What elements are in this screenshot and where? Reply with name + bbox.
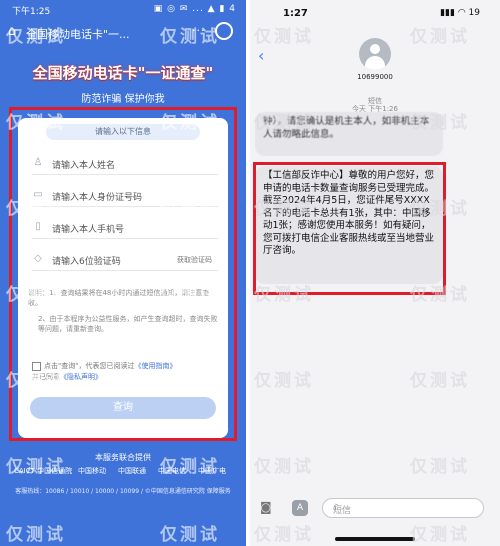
message-input[interactable]: 短信 ♪ — [322, 498, 484, 518]
compose-bar: ◙ A 短信 ♪ — [250, 494, 500, 524]
status-icons: ▣ ◎ ✉ ... ▲ ▮ 4 — [153, 4, 236, 14]
close-icon[interactable] — [215, 22, 233, 40]
sender-number[interactable]: 10699000 — [250, 73, 500, 81]
china-broadnet-logo: 中国广电 — [198, 467, 226, 475]
avatar[interactable] — [359, 38, 391, 70]
watermark: 仅测试 — [254, 457, 314, 477]
watermark: 仅测试 — [160, 525, 220, 545]
home-indicator — [335, 537, 415, 541]
status-time: 下午1:25 — [12, 7, 51, 17]
hotlines-text: 客服热线：10086 / 10010 / 10000 / 10099 / ©中国… — [15, 488, 231, 495]
red-highlight-box — [9, 107, 237, 441]
provider-label: 本服务联合提供 — [95, 453, 151, 462]
message-bubble-previous: 钟），请您确认是机主本人，如非机主本人请勿略此信息。 — [255, 112, 443, 156]
watermark: 仅测试 — [410, 371, 470, 391]
status-icons: ▮▮▮ ◠ 19 — [440, 8, 480, 18]
watermark: 仅测试 — [6, 525, 66, 545]
china-unicom-logo: 中国联通 — [118, 467, 146, 475]
appstore-icon[interactable]: A — [292, 500, 308, 516]
page-title: 全国移动电话卡"一证通查" — [32, 64, 214, 82]
caict-logo: CAICT 中国信通院 — [14, 467, 73, 475]
china-mobile-logo: 中国移动 — [78, 467, 106, 475]
watermark: 仅测试 — [254, 371, 314, 391]
nav-title: 全国移动电话卡"一... — [26, 28, 130, 41]
back-chevron-icon[interactable]: ‹ — [258, 46, 264, 65]
camera-icon[interactable]: ◙ — [260, 500, 278, 514]
watermark: 仅测试 — [254, 27, 314, 47]
status-bar: 下午1:25 ▣ ◎ ✉ ... ▲ ▮ 4 — [0, 0, 246, 18]
status-time: 1:27 — [283, 8, 308, 19]
china-telecom-logo: 中国电信 — [158, 467, 186, 475]
microphone-icon[interactable]: ♪ — [333, 503, 475, 513]
right-phone-screenshot: 1:27 ▮▮▮ ◠ 19 ‹ 10699000 短信 今天 下午1:26 钟）… — [250, 0, 500, 546]
watermark: 仅测试 — [410, 27, 470, 47]
mini-program-nav: ⌂ 全国移动电话卡"一... ··· — [0, 20, 246, 46]
page-subtitle: 防范诈骗 保护你我 — [81, 94, 165, 105]
watermark: 仅测试 — [410, 457, 470, 477]
home-icon[interactable]: ⌂ — [8, 24, 16, 39]
more-menu-icon[interactable]: ··· — [192, 24, 206, 37]
status-bar: 1:27 ▮▮▮ ◠ 19 — [250, 0, 500, 22]
red-highlight-box — [253, 162, 446, 295]
left-phone-screenshot: 下午1:25 ▣ ◎ ✉ ... ▲ ▮ 4 ⌂ 全国移动电话卡"一... ··… — [0, 0, 246, 546]
operator-logos: CAICT 中国信通院 中国移动 中国联通 中国电信 中国广电 — [0, 466, 246, 480]
